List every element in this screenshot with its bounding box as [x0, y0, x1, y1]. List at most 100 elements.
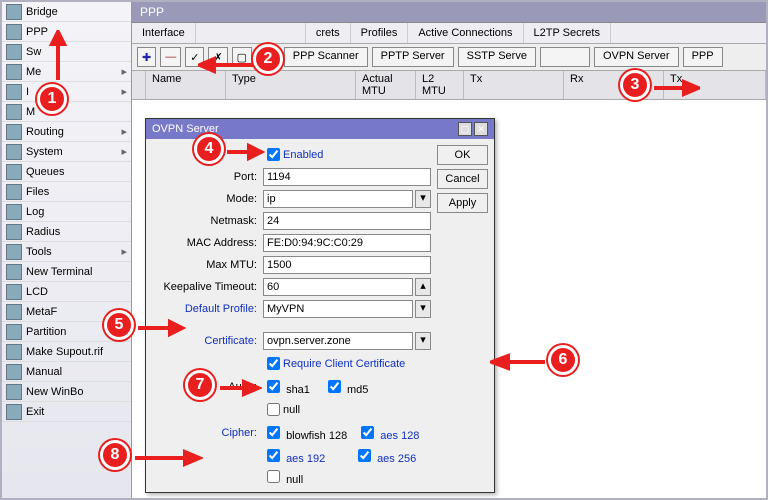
tab-profiles[interactable]: Profiles	[351, 23, 409, 43]
add-button[interactable]: ✚	[137, 47, 156, 67]
netmask-input[interactable]	[263, 212, 431, 230]
remove-button[interactable]: —	[160, 47, 181, 67]
port-input[interactable]	[263, 168, 431, 186]
chevron-right-icon: ▸	[121, 65, 127, 78]
sidebar-item-routing[interactable]: Routing▸	[2, 122, 131, 142]
cancel-button[interactable]: Cancel	[437, 169, 488, 189]
enabled-checkbox[interactable]	[267, 148, 280, 161]
auth-sha1-checkbox[interactable]	[267, 380, 280, 393]
ppp-scanner-button[interactable]: PPP Scanner	[284, 47, 368, 67]
col-actual-mtu[interactable]: Actual MTU	[356, 71, 416, 99]
arrow-6	[490, 352, 550, 372]
sidebar-item-mpls[interactable]: M	[2, 102, 131, 122]
sidebar-item-new-winbox[interactable]: New WinBo	[2, 382, 131, 402]
mpls-icon	[6, 104, 22, 120]
callout-8: 8	[100, 440, 130, 470]
chevron-right-icon: ▸	[121, 125, 127, 138]
col-blank[interactable]	[132, 71, 146, 99]
auth-md5-checkbox[interactable]	[328, 380, 341, 393]
callout-4: 4	[194, 134, 224, 164]
maxmtu-label: Max MTU:	[152, 259, 257, 271]
callout-5: 5	[104, 310, 134, 340]
sstp-server-button[interactable]: SSTP Serve	[458, 47, 536, 67]
mode-label: Mode:	[152, 193, 257, 205]
arrow-5	[136, 318, 186, 338]
dialog-titlebar[interactable]: OVPN Server ▢ ✕	[146, 119, 494, 139]
sidebar-item-system[interactable]: System▸	[2, 142, 131, 162]
routing-icon	[6, 124, 22, 140]
tab-l2tp-secrets[interactable]: L2TP Secrets	[524, 23, 611, 43]
l2tp-server-button[interactable]	[540, 47, 590, 67]
mode-input[interactable]	[263, 190, 413, 208]
tab-pppoe-servers[interactable]	[196, 23, 306, 43]
tab-secrets[interactable]: crets	[306, 23, 351, 43]
col-tx[interactable]: Tx	[464, 71, 564, 99]
sidebar-item-files[interactable]: Files	[2, 182, 131, 202]
minimize-icon[interactable]: ▢	[458, 122, 472, 136]
manual-icon	[6, 364, 22, 380]
ovpn-server-button[interactable]: OVPN Server	[594, 47, 679, 67]
sidebar-item-radius[interactable]: Radius	[2, 222, 131, 242]
ppp-icon	[6, 24, 22, 40]
callout-2: 2	[253, 44, 283, 74]
callout-6: 6	[548, 345, 578, 375]
sidebar-item-exit[interactable]: Exit	[2, 402, 131, 422]
arrow-2	[198, 55, 258, 75]
callout-7: 7	[185, 370, 215, 400]
cert-dropdown[interactable]: ▾	[415, 332, 431, 350]
ok-button[interactable]: OK	[437, 145, 488, 165]
enabled-label: Enabled	[283, 149, 323, 161]
profile-input[interactable]	[263, 300, 413, 318]
partition-icon	[6, 324, 22, 340]
maxmtu-input[interactable]	[263, 256, 431, 274]
sidebar-item-tools[interactable]: Tools▸	[2, 242, 131, 262]
exit-icon	[6, 404, 22, 420]
cipher-blowfish-checkbox[interactable]	[267, 426, 280, 439]
pptp-server-button[interactable]: PPTP Server	[372, 47, 454, 67]
apply-button[interactable]: Apply	[437, 193, 488, 213]
close-icon[interactable]: ✕	[474, 122, 488, 136]
arrow-1	[48, 30, 68, 85]
cipher-aes192-checkbox[interactable]	[267, 449, 280, 462]
ovpn-server-dialog: OVPN Server ▢ ✕ Enabled Port: Mode:▾ Net…	[145, 118, 495, 493]
mode-dropdown[interactable]: ▾	[415, 190, 431, 208]
cipher-aes256-checkbox[interactable]	[358, 449, 371, 462]
sidebar-item-bridge[interactable]: Bridge	[2, 2, 131, 22]
require-client-cert-checkbox[interactable]	[267, 357, 280, 370]
switch-icon	[6, 44, 22, 60]
col-type[interactable]: Type	[226, 71, 356, 99]
tab-interface[interactable]: Interface	[132, 23, 196, 43]
col-l2-mtu[interactable]: L2 MTU	[416, 71, 464, 99]
tab-active-connections[interactable]: Active Connections	[408, 23, 523, 43]
keepalive-toggle[interactable]: ▴	[415, 278, 431, 296]
mac-input[interactable]	[263, 234, 431, 252]
sidebar-item-new-terminal[interactable]: New Terminal	[2, 262, 131, 282]
pppoe-scan-button[interactable]: PPP	[683, 47, 723, 67]
port-label: Port:	[152, 171, 257, 183]
mac-label: MAC Address:	[152, 237, 257, 249]
sidebar-item-manual[interactable]: Manual	[2, 362, 131, 382]
bridge-icon	[6, 4, 22, 20]
cipher-aes128-checkbox[interactable]	[361, 426, 374, 439]
sidebar-item-supout[interactable]: Make Supout.rif	[2, 342, 131, 362]
cert-input[interactable]	[263, 332, 413, 350]
profile-dropdown[interactable]: ▾	[415, 300, 431, 318]
metarouter-icon	[6, 304, 22, 320]
keepalive-input[interactable]	[263, 278, 413, 296]
arrow-8	[133, 448, 203, 468]
log-icon	[6, 204, 22, 220]
cipher-null-checkbox[interactable]	[267, 470, 280, 483]
sidebar-item-queues[interactable]: Queues	[2, 162, 131, 182]
chevron-right-icon: ▸	[121, 145, 127, 158]
queues-icon	[6, 164, 22, 180]
sidebar-item-lcd[interactable]: LCD	[2, 282, 131, 302]
lcd-icon	[6, 284, 22, 300]
tab-bar: Interface crets Profiles Active Connecti…	[132, 23, 766, 44]
callout-3: 3	[620, 70, 650, 100]
chevron-right-icon: ▸	[121, 85, 127, 98]
sidebar-item-log[interactable]: Log	[2, 202, 131, 222]
cipher-label: Cipher:	[152, 427, 257, 439]
col-name[interactable]: Name	[146, 71, 226, 99]
auth-null-checkbox[interactable]	[267, 403, 280, 416]
mesh-icon	[6, 64, 22, 80]
